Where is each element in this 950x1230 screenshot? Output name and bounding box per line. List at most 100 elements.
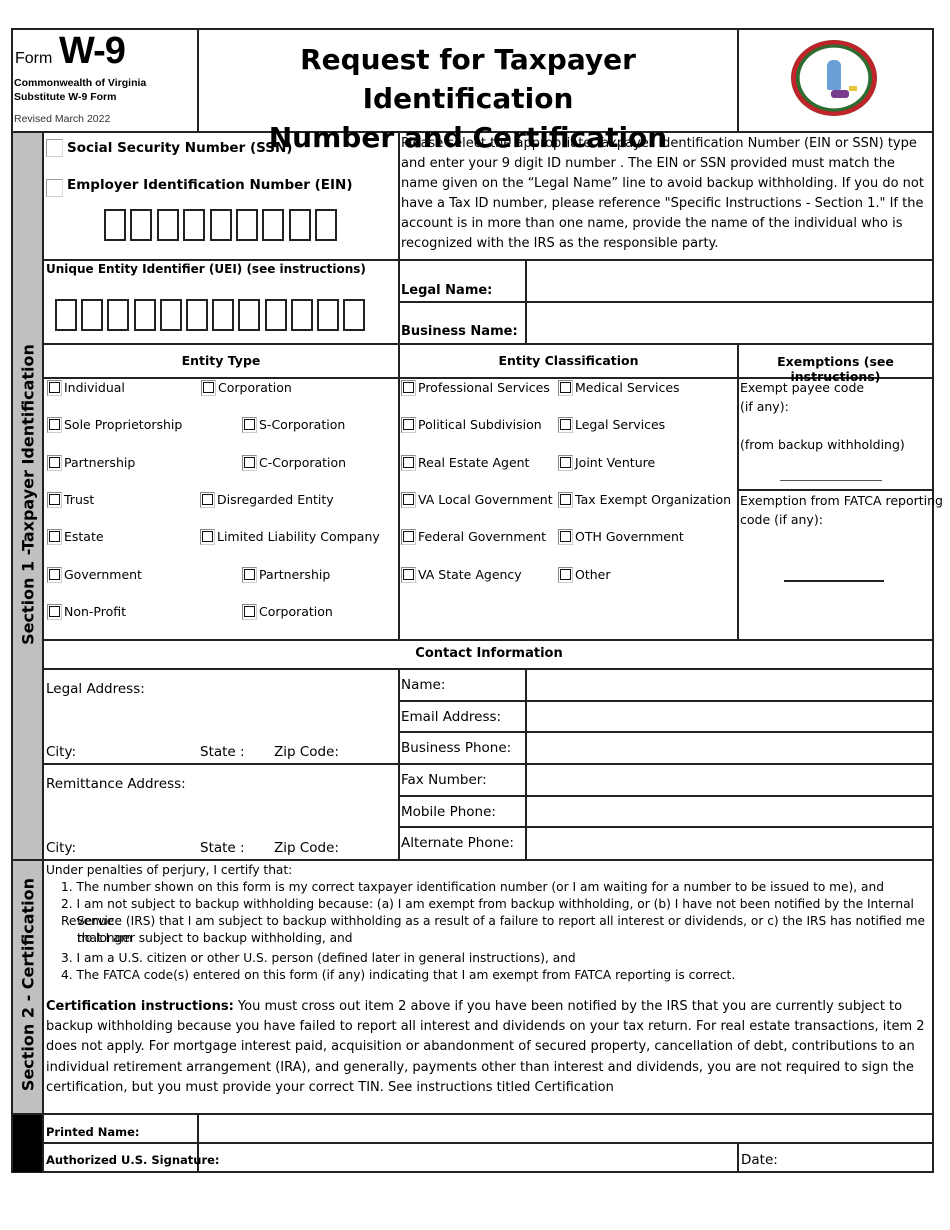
entity-classification-option-checkbox[interactable] — [558, 566, 573, 583]
exempt-payee-underline — [780, 480, 882, 481]
fax-number-label: Fax Number: — [401, 772, 487, 788]
tin-digit-box[interactable] — [315, 209, 338, 241]
business-name-input[interactable] — [529, 304, 931, 342]
signature-input[interactable] — [201, 1145, 735, 1170]
entity-classification-option-checkbox[interactable] — [401, 380, 416, 396]
tin-digit-box[interactable] — [130, 209, 153, 241]
entity-classification-option-label: Professional Services — [418, 380, 550, 395]
uei-digit-box[interactable] — [55, 299, 77, 331]
tin-digit-box[interactable] — [183, 209, 206, 241]
entity-type-option-checkbox[interactable] — [47, 417, 62, 434]
entity-classification-option-label: Legal Services — [575, 417, 666, 433]
uei-digit-box[interactable] — [107, 299, 130, 331]
entity-type-option-checkbox[interactable] — [242, 603, 257, 620]
entity-classification-option-checkbox[interactable] — [401, 491, 416, 508]
entity-classification-option-checkbox[interactable] — [558, 454, 573, 471]
entity-classification-option-checkbox[interactable] — [558, 417, 573, 434]
uei-digit-box[interactable] — [186, 299, 208, 331]
entity-type-option-label: Limited Liability Company — [217, 529, 380, 545]
entity-type-option-checkbox[interactable] — [47, 603, 62, 620]
business-name-label: Business Name: — [401, 324, 518, 339]
uei-digit-box[interactable] — [317, 299, 339, 331]
form-subtitle-state: Commonwealth of Virginia — [14, 77, 147, 89]
entity-type-option-label: Non-Profit — [64, 603, 127, 619]
entity-classification-option-checkbox[interactable] — [558, 491, 573, 508]
entity-type-option-checkbox[interactable] — [200, 529, 215, 546]
tin-digit-box[interactable] — [209, 209, 232, 241]
fatca-input[interactable] — [784, 562, 884, 580]
tin-digit-box[interactable] — [236, 209, 258, 241]
date-input[interactable] — [780, 1145, 930, 1170]
entity-classification-option-label: Joint Venture — [575, 454, 656, 470]
legal-address-input[interactable] — [46, 700, 396, 736]
entity-classification-option-label: OTH Government — [575, 529, 684, 545]
signature-label: Authorized U.S. Signature: — [46, 1153, 220, 1167]
uei-digit-box[interactable] — [159, 299, 182, 331]
tin-digit-box[interactable] — [156, 209, 179, 241]
ssn-checkbox[interactable] — [46, 139, 63, 157]
entity-type-option-label: Sole Proprietorship — [64, 417, 183, 433]
tin-digit-box[interactable] — [104, 209, 126, 241]
entity-type-option-label: Government — [64, 566, 142, 582]
entity-type-option-checkbox[interactable] — [47, 491, 62, 508]
uei-digit-box[interactable] — [238, 299, 261, 331]
uei-digit-box[interactable] — [264, 299, 287, 331]
entity-classification-option-checkbox[interactable] — [558, 529, 573, 546]
entity-classification-option-checkbox[interactable] — [401, 454, 416, 471]
ein-label: Employer Identification Number (EIN) — [67, 177, 353, 193]
legal-name-input[interactable] — [529, 262, 931, 300]
entity-classification-option-label: VA Local Government — [418, 491, 553, 507]
entity-type-option-checkbox[interactable] — [242, 566, 257, 583]
entity-classification-option-checkbox[interactable] — [401, 417, 416, 434]
fatca-underline — [784, 580, 884, 582]
entity-type-option-label: Partnership — [64, 454, 136, 470]
entity-type-option-label: Estate — [64, 529, 104, 545]
uei-digit-box[interactable] — [81, 299, 104, 331]
certification-intro: Under penalties of perjury, I certify th… — [46, 863, 293, 877]
entity-type-option-checkbox[interactable] — [47, 529, 62, 546]
email-address-label: Email Address: — [401, 709, 502, 725]
tin-digit-box[interactable] — [262, 209, 285, 241]
certification-item-1: 1. The number shown on this form is my c… — [61, 880, 884, 894]
certification-item-4: 4. The FATCA code(s) entered on this for… — [61, 968, 736, 982]
mobile-phone-label: Mobile Phone: — [401, 804, 496, 820]
entity-classification-option-checkbox[interactable] — [401, 566, 416, 583]
entity-type-option-checkbox[interactable] — [242, 454, 257, 471]
entity-classification-option-checkbox[interactable] — [558, 380, 573, 396]
alternate-phone-input[interactable] — [529, 828, 931, 857]
mobile-phone-input[interactable] — [529, 797, 931, 826]
entity-type-option-checkbox[interactable] — [47, 454, 62, 471]
legal-city-label: City: — [46, 744, 77, 760]
fatca-if-any: code (if any): — [740, 512, 823, 527]
entity-type-option-checkbox[interactable] — [200, 491, 215, 508]
uei-digit-box[interactable] — [212, 299, 235, 331]
remittance-address-input[interactable] — [46, 796, 396, 832]
entity-classification-option-label: Medical Services — [575, 380, 680, 395]
form-word: Form — [15, 50, 53, 67]
legal-address-label: Legal Address: — [46, 681, 145, 697]
email-address-input[interactable] — [529, 702, 931, 731]
name-input[interactable] — [529, 670, 931, 699]
entity-classification-option-label: Political Subdivision — [418, 417, 542, 433]
entity-type-option-checkbox[interactable] — [47, 380, 62, 396]
entity-type-option-checkbox[interactable] — [242, 417, 257, 434]
entity-classification-option-checkbox[interactable] — [401, 529, 416, 546]
uei-digit-box[interactable] — [290, 299, 313, 331]
uei-digit-box[interactable] — [133, 299, 156, 331]
form-number: W-9 — [59, 30, 126, 72]
ein-checkbox[interactable] — [46, 179, 63, 197]
entity-type-option-label: Disregarded Entity — [217, 491, 334, 507]
entity-type-option-checkbox[interactable] — [47, 566, 62, 583]
printed-name-input[interactable] — [201, 1116, 930, 1141]
tin-digit-box[interactable] — [288, 209, 311, 241]
entity-type-option-checkbox[interactable] — [201, 380, 216, 396]
fax-number-input[interactable] — [529, 765, 931, 794]
seal-crown — [849, 86, 857, 91]
certification-instructions: Certification instructions: You must cro… — [46, 997, 926, 1098]
exempt-payee-input[interactable] — [780, 462, 882, 480]
name-label: Name: — [401, 677, 446, 693]
exempt-payee-if-any: (if any): — [740, 399, 789, 414]
uei-digit-box[interactable] — [343, 299, 366, 331]
remittance-address-label: Remittance Address: — [46, 776, 186, 792]
business-phone-input[interactable] — [529, 733, 931, 762]
